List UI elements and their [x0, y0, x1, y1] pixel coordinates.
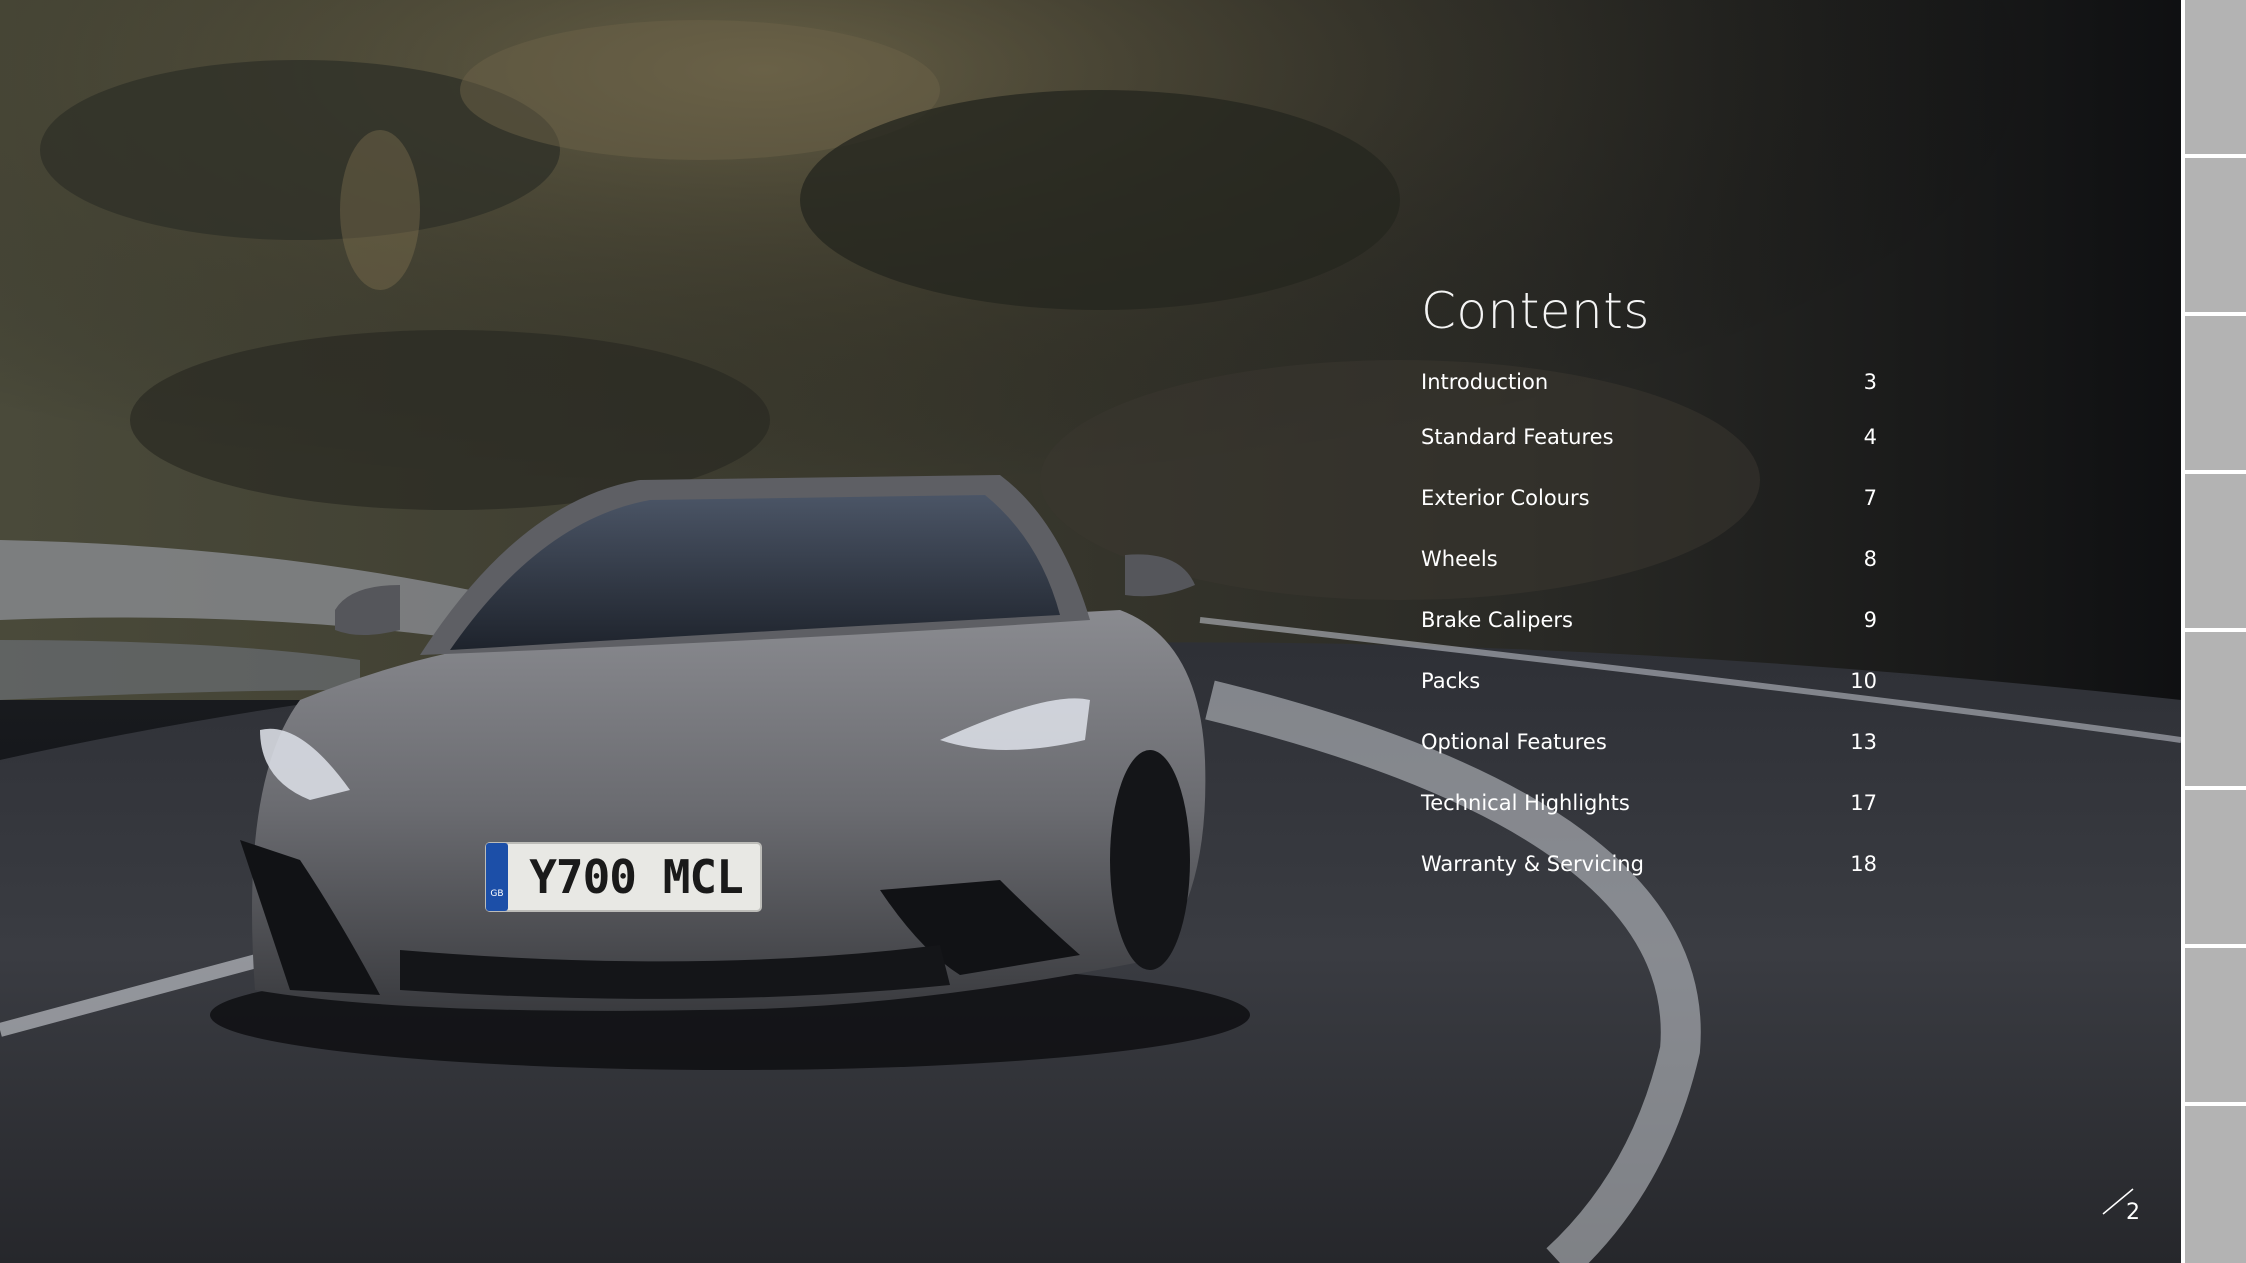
toc-item-label: Warranty & Servicing	[1421, 851, 1644, 876]
toc-item-label: Packs	[1421, 668, 1481, 693]
toc-item-page: 4	[1863, 424, 1877, 449]
section-tab-7[interactable]	[2185, 948, 2246, 1102]
contents-panel: Contents Introduction 3 Standard Features 4…	[1421, 276, 1877, 894]
toc-item-page: 7	[1863, 485, 1877, 510]
toc-item-page: 10	[1850, 668, 1877, 693]
section-tabs	[2181, 0, 2246, 1263]
toc-item-label: Technical Highlights	[1421, 790, 1630, 815]
toc-item[interactable]: Exterior Colours 7	[1421, 467, 1877, 528]
toc-item-label: Brake Calipers	[1421, 607, 1573, 632]
toc-item-label: Exterior Colours	[1421, 485, 1590, 510]
toc-item[interactable]: Introduction 3	[1421, 358, 1877, 406]
toc-item[interactable]: Optional Features 13	[1421, 711, 1877, 772]
toc-item-label: Optional Features	[1421, 729, 1607, 754]
toc-item-page: 8	[1863, 546, 1877, 571]
section-tab-8[interactable]	[2185, 1106, 2246, 1263]
slash-icon	[2102, 1188, 2134, 1215]
section-tab-3[interactable]	[2185, 316, 2246, 470]
license-plate-text: Y700 MCL	[529, 850, 744, 904]
toc-item-page: 9	[1863, 607, 1877, 632]
toc-item-page: 13	[1850, 729, 1877, 754]
toc-item[interactable]: Warranty & Servicing 18	[1421, 833, 1877, 894]
toc-item[interactable]: Wheels 8	[1421, 528, 1877, 589]
toc-item[interactable]: Standard Features 4	[1421, 406, 1877, 467]
contents-list: Introduction 3 Standard Features 4 Exterior …	[1421, 358, 1877, 894]
toc-item[interactable]: Packs 10	[1421, 650, 1877, 711]
toc-item-label: Introduction	[1421, 370, 1549, 394]
toc-item-page: 17	[1850, 790, 1877, 815]
section-tab-5[interactable]	[2185, 632, 2246, 786]
section-tab-6[interactable]	[2185, 790, 2246, 944]
section-tab-4[interactable]	[2185, 474, 2246, 628]
toc-item-page: 18	[1850, 851, 1877, 876]
plate-country-code: GB	[490, 889, 504, 899]
page-number: 2	[2100, 1186, 2150, 1231]
toc-item[interactable]: Brake Calipers 9	[1421, 589, 1877, 650]
contents-title: Contents	[1421, 282, 1650, 340]
section-tab-2[interactable]	[2185, 158, 2246, 312]
page-number-value: 2	[2126, 1200, 2140, 1225]
toc-item-label: Standard Features	[1421, 424, 1614, 449]
section-tab-1[interactable]	[2185, 0, 2246, 154]
toc-item-label: Wheels	[1421, 546, 1498, 571]
toc-item-page: 3	[1863, 370, 1877, 394]
toc-item[interactable]: Technical Highlights 17	[1421, 772, 1877, 833]
